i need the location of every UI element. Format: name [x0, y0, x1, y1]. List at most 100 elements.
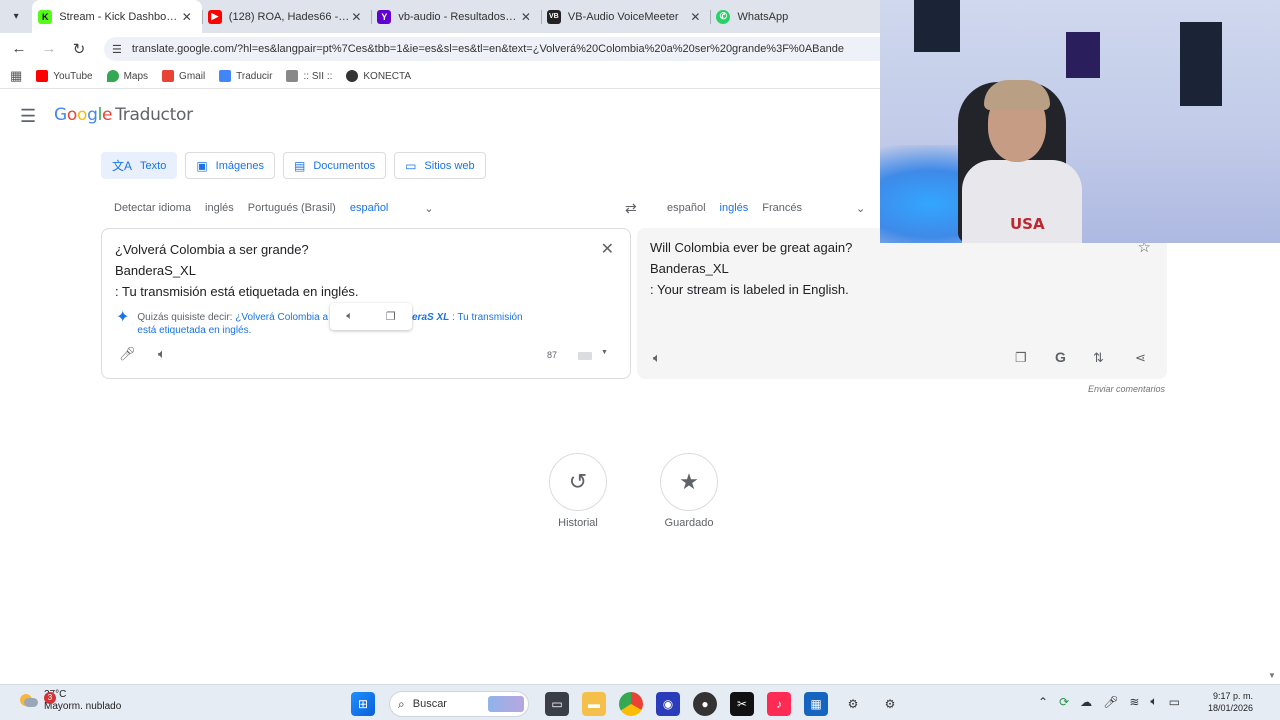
apps-grid-icon[interactable]: ▦	[10, 68, 22, 84]
tab-voicemeeter[interactable]: VB VB-Audio VoiceMeeter ✕	[540, 0, 711, 33]
microphone-icon[interactable]: 🎤︎	[1103, 695, 1118, 709]
wall-poster	[1180, 22, 1222, 106]
bookmark-traducir[interactable]: Traducir	[219, 70, 272, 82]
chrome-icon[interactable]	[619, 692, 643, 716]
bookmark-gmail[interactable]: Gmail	[162, 70, 205, 82]
translate-icon	[219, 70, 232, 82]
caret-down-icon[interactable]: ▼	[601, 349, 608, 356]
app-icon[interactable]: ◉	[656, 692, 680, 716]
lang-english[interactable]: inglés	[205, 202, 234, 214]
reload-icon[interactable]: ↻	[64, 40, 94, 58]
close-tab-icon[interactable]: ✕	[180, 10, 194, 24]
clock-time: 9:17 p. m.	[1213, 691, 1254, 701]
sii-icon	[286, 70, 299, 82]
lang-detect[interactable]: Detectar idioma	[114, 202, 191, 214]
history-button[interactable]: ↺ Historial	[538, 453, 618, 529]
gear-icon[interactable]: ⚙	[878, 692, 902, 716]
file-explorer-icon[interactable]: ▬	[582, 692, 606, 716]
send-feedback-link[interactable]: Enviar comentarios	[1088, 384, 1165, 394]
close-tab-icon[interactable]: ✕	[349, 10, 363, 24]
microphone-icon[interactable]: 🎤︎	[119, 346, 136, 362]
share-icon[interactable]: ⋖	[1135, 350, 1146, 366]
sync-icon[interactable]: ⟳	[1059, 695, 1069, 709]
tiktok-icon[interactable]: ♪	[767, 692, 791, 716]
battery-icon[interactable]: ▭	[1169, 695, 1180, 709]
scroll-down-arrow-icon[interactable]: ▼	[1268, 671, 1276, 680]
youtube-icon: ▶	[207, 9, 222, 24]
search-placeholder: Buscar	[412, 698, 447, 710]
google-g-icon[interactable]: G	[1055, 349, 1066, 365]
back-arrow-icon[interactable]: ←	[4, 40, 34, 57]
mode-images-button[interactable]: ▣ Imágenes	[185, 152, 275, 179]
taskbar-search[interactable]: ⌕ Buscar	[389, 691, 529, 717]
mode-documents-button[interactable]: ▤ Documentos	[282, 152, 387, 179]
bookmark-youtube[interactable]: YouTube	[36, 70, 93, 82]
lang-english[interactable]: inglés	[720, 202, 749, 214]
speaker-icon[interactable]: 🔈︎	[653, 350, 661, 366]
tab-kick-dashboard[interactable]: K Stream - Kick Dashboard ✕	[32, 0, 202, 33]
bookmark-sii[interactable]: :: SII ::	[286, 70, 332, 82]
source-footer: 🎤︎ 🔈︎ 87 ▼	[102, 346, 630, 366]
system-clock[interactable]: 9:17 p. m. 18/01/2026	[1208, 690, 1253, 714]
saved-button[interactable]: ★ Guardado	[649, 453, 729, 529]
forward-arrow-icon[interactable]: →	[34, 40, 64, 57]
lang-french[interactable]: Francés	[762, 202, 802, 214]
lang-spanish[interactable]: español	[667, 202, 706, 214]
cloud-icon[interactable]: ☁	[1080, 695, 1092, 709]
rate-translation-icon[interactable]: ⇅	[1093, 350, 1104, 366]
swap-languages-icon[interactable]: ⇄	[625, 200, 637, 217]
chevron-down-icon[interactable]: ⌄	[424, 202, 433, 215]
capcut-icon[interactable]: ✂	[730, 692, 754, 716]
volume-icon[interactable]: 🔈︎	[1150, 694, 1157, 709]
store-icon[interactable]: ▦	[804, 692, 828, 716]
bookmark-label: YouTube	[53, 70, 93, 82]
site-settings-icon[interactable]: ☰	[112, 43, 122, 56]
copy-icon[interactable]: ❐	[386, 310, 396, 323]
bookmark-label: Traducir	[236, 70, 273, 82]
keyboard-icon[interactable]	[578, 352, 592, 360]
weather-widget[interactable]: 3 27°C Mayorm. nublado	[18, 689, 121, 713]
source-textarea[interactable]: ¿Volverá Colombia a ser grande? BanderaS…	[115, 239, 359, 302]
obs-icon[interactable]: ●	[693, 692, 717, 716]
document-icon: ▤	[293, 158, 306, 173]
logo-letter: G	[54, 105, 67, 125]
notification-badge: 3	[44, 692, 56, 704]
close-tab-icon[interactable]: ✕	[688, 10, 702, 24]
task-view-icon[interactable]: ▭	[545, 692, 569, 716]
google-translate-logo[interactable]: Google Traductor	[54, 105, 193, 125]
source-text-panel: ¿Volverá Colombia a ser grande? BanderaS…	[101, 228, 631, 379]
tab-youtube[interactable]: ▶ (128) ROA, Hades66 - PPC ✕	[201, 0, 372, 33]
lang-spanish[interactable]: español	[350, 202, 389, 214]
mode-label: Imágenes	[215, 159, 264, 172]
speaker-icon[interactable]: 🔈︎	[158, 346, 166, 362]
clear-text-icon[interactable]: ✕	[601, 239, 614, 259]
tab-title: vb-audio - Resultados de l	[398, 10, 519, 23]
chevron-down-icon[interactable]: ⌄	[856, 202, 865, 215]
person-hair	[984, 80, 1050, 110]
tab-yahoo-search[interactable]: Y vb-audio - Resultados de l ✕	[371, 0, 541, 33]
close-tab-icon[interactable]: ✕	[519, 10, 533, 24]
webcam-overlay: USA	[880, 0, 1280, 243]
bookmark-maps[interactable]: Maps	[106, 70, 148, 82]
windows-start-icon[interactable]: ⊞	[351, 692, 375, 716]
logo-letter: o	[66, 105, 77, 125]
chevron-up-icon[interactable]: ⌃	[1038, 695, 1048, 709]
tab-search-chevron-icon[interactable]: ▾	[0, 0, 32, 33]
speaker-icon[interactable]: 🔈︎	[346, 310, 353, 323]
wifi-icon[interactable]: ≋	[1129, 695, 1139, 709]
wall-poster	[914, 0, 960, 52]
mode-text-button[interactable]: 文A Texto	[101, 152, 178, 179]
web-icon: ▭	[405, 158, 417, 173]
lang-portuguese[interactable]: Portugués (Brasil)	[248, 202, 336, 214]
mode-websites-button[interactable]: ▭ Sitios web	[394, 152, 486, 179]
logo-letter: g	[87, 105, 98, 125]
address-bar[interactable]: ☰ translate.google.com/?hl=es&langpair=p…	[104, 37, 894, 61]
hamburger-menu-icon[interactable]: ☰	[20, 106, 40, 127]
tab-whatsapp[interactable]: ✆ WhatsApp	[710, 0, 880, 33]
settings-gear-icon[interactable]: ⚙	[841, 692, 865, 716]
clock-date: 18/01/2026	[1208, 703, 1254, 713]
copy-icon[interactable]: ❐	[1015, 350, 1027, 366]
target-language-bar: español inglés Francés ⌄	[667, 198, 865, 218]
selection-popup: 🔈︎ ❐	[330, 303, 412, 330]
bookmark-konecta[interactable]: KONECTA	[346, 70, 411, 82]
